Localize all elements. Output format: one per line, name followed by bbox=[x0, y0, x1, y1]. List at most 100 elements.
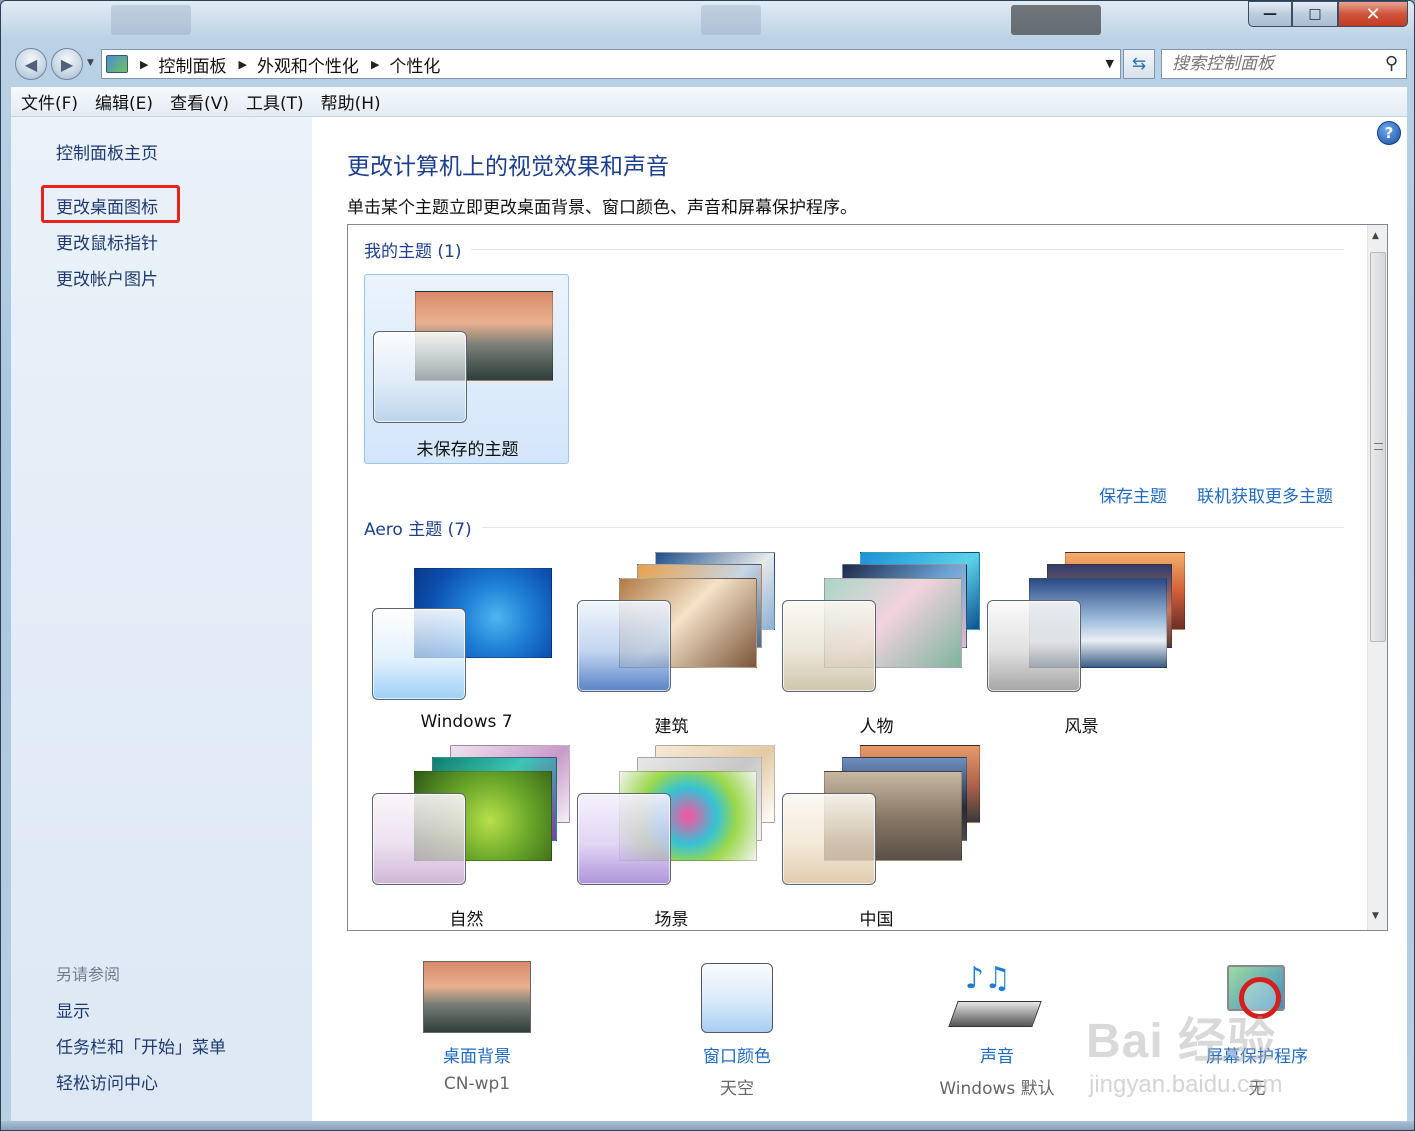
window-bottom-border bbox=[1, 1121, 1414, 1130]
help-icon[interactable]: ? bbox=[1377, 121, 1401, 145]
window-glass-preview bbox=[782, 793, 876, 885]
background-deco bbox=[111, 5, 191, 35]
setting-name[interactable]: 窗口颜色 bbox=[647, 1042, 827, 1067]
theme-name: 风景 bbox=[1064, 717, 1099, 737]
control-panel-home-link[interactable]: 控制面板主页 bbox=[56, 139, 158, 164]
theme-unsaved[interactable]: 未保存的主题 bbox=[364, 274, 569, 464]
page-description: 单击某个主题立即更改桌面背景、窗口颜色、声音和屏幕保护程序。 bbox=[347, 198, 857, 218]
theme-preview bbox=[365, 275, 570, 435]
see-also-heading: 另请参阅 bbox=[56, 965, 121, 984]
save-theme-link[interactable]: 保存主题 bbox=[1099, 482, 1167, 507]
window-controls: — □ ✕ bbox=[1248, 1, 1408, 27]
breadcrumb-personalization[interactable]: 个性化 bbox=[389, 52, 440, 77]
display-link[interactable]: 显示 bbox=[56, 997, 90, 1022]
theme-name: 未保存的主题 bbox=[416, 440, 519, 460]
background-deco bbox=[701, 5, 761, 35]
theme-actions: 保存主题 联机获取更多主题 bbox=[1099, 482, 1333, 507]
my-themes-title: 我的主题 (1) bbox=[364, 242, 462, 262]
theme-landscapes[interactable]: 风景 bbox=[979, 552, 1185, 742]
menu-help[interactable]: 帮助(H) bbox=[321, 89, 381, 114]
title-bar[interactable]: — □ ✕ bbox=[1, 1, 1414, 39]
window-glass-preview bbox=[372, 793, 466, 885]
theme-scenes[interactable]: 场景 bbox=[569, 745, 775, 930]
change-desktop-icons-link[interactable]: 更改桌面图标 bbox=[56, 193, 158, 218]
minimize-button[interactable]: — bbox=[1248, 1, 1292, 27]
menu-file[interactable]: 文件(F) bbox=[21, 89, 78, 114]
address-dropdown-icon[interactable]: ▼ bbox=[1106, 57, 1114, 70]
menu-view[interactable]: 查看(V) bbox=[170, 89, 229, 114]
breadcrumb-appearance[interactable]: 外观和个性化 bbox=[257, 52, 359, 77]
forward-button[interactable]: ▶ bbox=[51, 48, 83, 80]
theme-windows7[interactable]: Windows 7 bbox=[364, 552, 569, 742]
theme-list-scrollbar[interactable]: ▲ ▼ bbox=[1367, 225, 1387, 930]
scroll-up-icon[interactable]: ▲ bbox=[1372, 231, 1379, 241]
page-title: 更改计算机上的视觉效果和声音 bbox=[347, 154, 669, 180]
search-box[interactable]: ⚲ bbox=[1161, 49, 1407, 79]
background-deco bbox=[1011, 5, 1101, 35]
setting-name[interactable]: 声音 bbox=[907, 1042, 1087, 1067]
window-color-swatch-icon bbox=[701, 963, 773, 1033]
theme-preview bbox=[774, 552, 980, 712]
setting-value: Windows 默认 bbox=[939, 1079, 1055, 1099]
menu-tools[interactable]: 工具(T) bbox=[246, 89, 304, 114]
get-more-themes-link[interactable]: 联机获取更多主题 bbox=[1197, 482, 1333, 507]
window-glass-preview bbox=[373, 331, 467, 423]
breadcrumb-separator-icon[interactable]: ▶ bbox=[238, 58, 246, 71]
theme-list[interactable]: 我的主题 (1) 未保存的主题 保存主题 联机获取更多主题 Aero 主题 (7… bbox=[347, 224, 1388, 931]
theme-characters[interactable]: 人物 bbox=[774, 552, 980, 742]
theme-name: 建筑 bbox=[654, 717, 689, 737]
back-button[interactable]: ◀ bbox=[15, 48, 47, 80]
breadcrumb-control-panel[interactable]: 控制面板 bbox=[158, 52, 226, 77]
theme-preview bbox=[569, 552, 775, 712]
window-glass-preview bbox=[987, 600, 1081, 692]
theme-preview bbox=[774, 745, 980, 905]
search-input[interactable] bbox=[1172, 54, 1362, 74]
theme-preview bbox=[979, 552, 1185, 712]
scrollbar-thumb[interactable] bbox=[1370, 252, 1386, 642]
window-glass-preview bbox=[372, 608, 466, 700]
theme-name: 中国 bbox=[859, 910, 894, 930]
taskbar-start-menu-link[interactable]: 任务栏和「开始」菜单 bbox=[56, 1033, 226, 1058]
grip-icon bbox=[1374, 443, 1383, 450]
setting-name[interactable]: 桌面背景 bbox=[387, 1042, 567, 1067]
breadcrumb-separator-icon[interactable]: ▶ bbox=[371, 58, 379, 71]
scroll-down-icon[interactable]: ▼ bbox=[1372, 911, 1379, 921]
menu-edit[interactable]: 编辑(E) bbox=[95, 89, 153, 114]
theme-china[interactable]: 中国 bbox=[774, 745, 980, 930]
change-account-picture-link[interactable]: 更改帐户图片 bbox=[56, 265, 158, 290]
theme-preview bbox=[364, 745, 570, 905]
theme-preview bbox=[569, 745, 775, 905]
theme-preview bbox=[364, 552, 569, 712]
refresh-button[interactable]: ⇆ bbox=[1123, 49, 1155, 79]
breadcrumb-separator-icon[interactable]: ▶ bbox=[140, 58, 148, 71]
aero-themes-title: Aero 主题 (7) bbox=[364, 520, 472, 540]
window-glass-preview bbox=[782, 600, 876, 692]
task-pane: 控制面板主页 更改桌面图标 更改鼠标指针 更改帐户图片 另请参阅 显示 任务栏和… bbox=[11, 117, 312, 1121]
search-icon[interactable]: ⚲ bbox=[1385, 53, 1398, 74]
group-divider bbox=[471, 249, 1344, 250]
recent-pages-dropdown[interactable]: ▼ bbox=[87, 58, 94, 68]
group-divider bbox=[481, 527, 1344, 528]
theme-nature[interactable]: 自然 bbox=[364, 745, 570, 930]
theme-name: 人物 bbox=[859, 717, 894, 737]
menu-bar: 文件(F) 编辑(E) 查看(V) 工具(T) 帮助(H) bbox=[11, 87, 1407, 117]
ease-of-access-link[interactable]: 轻松访问中心 bbox=[56, 1069, 158, 1094]
theme-name: Windows 7 bbox=[420, 712, 513, 732]
sound-keyboard-notes-icon: ♪♫ bbox=[948, 961, 1043, 1033]
personalization-window: — □ ✕ ◀ ▶ ▼ ▶ 控制面板 ▶ 外观和个性化 ▶ 个性化 ▼ ⇆ ⚲ … bbox=[0, 0, 1415, 1131]
breadcrumb: ▶ 控制面板 ▶ 外观和个性化 ▶ 个性化 bbox=[128, 52, 440, 77]
theme-architecture[interactable]: 建筑 bbox=[569, 552, 775, 742]
close-button[interactable]: ✕ bbox=[1338, 1, 1408, 27]
main-content: ? 更改计算机上的视觉效果和声音 单击某个主题立即更改桌面背景、窗口颜色、声音和… bbox=[312, 117, 1407, 1121]
maximize-button[interactable]: □ bbox=[1292, 1, 1338, 27]
control-panel-icon bbox=[106, 55, 128, 73]
address-bar[interactable]: ▶ 控制面板 ▶ 外观和个性化 ▶ 个性化 ▼ bbox=[101, 49, 1121, 79]
setting-value: 天空 bbox=[720, 1079, 754, 1099]
theme-name: 自然 bbox=[449, 910, 484, 930]
baidu-watermark: Bai 经验 bbox=[1086, 1015, 1277, 1068]
change-mouse-pointers-link[interactable]: 更改鼠标指针 bbox=[56, 229, 158, 254]
aero-themes-header: Aero 主题 (7) bbox=[364, 515, 1344, 540]
refresh-icon: ⇆ bbox=[1131, 54, 1147, 74]
back-arrow-icon: ◀ bbox=[24, 54, 38, 74]
window-glass-preview bbox=[577, 600, 671, 692]
